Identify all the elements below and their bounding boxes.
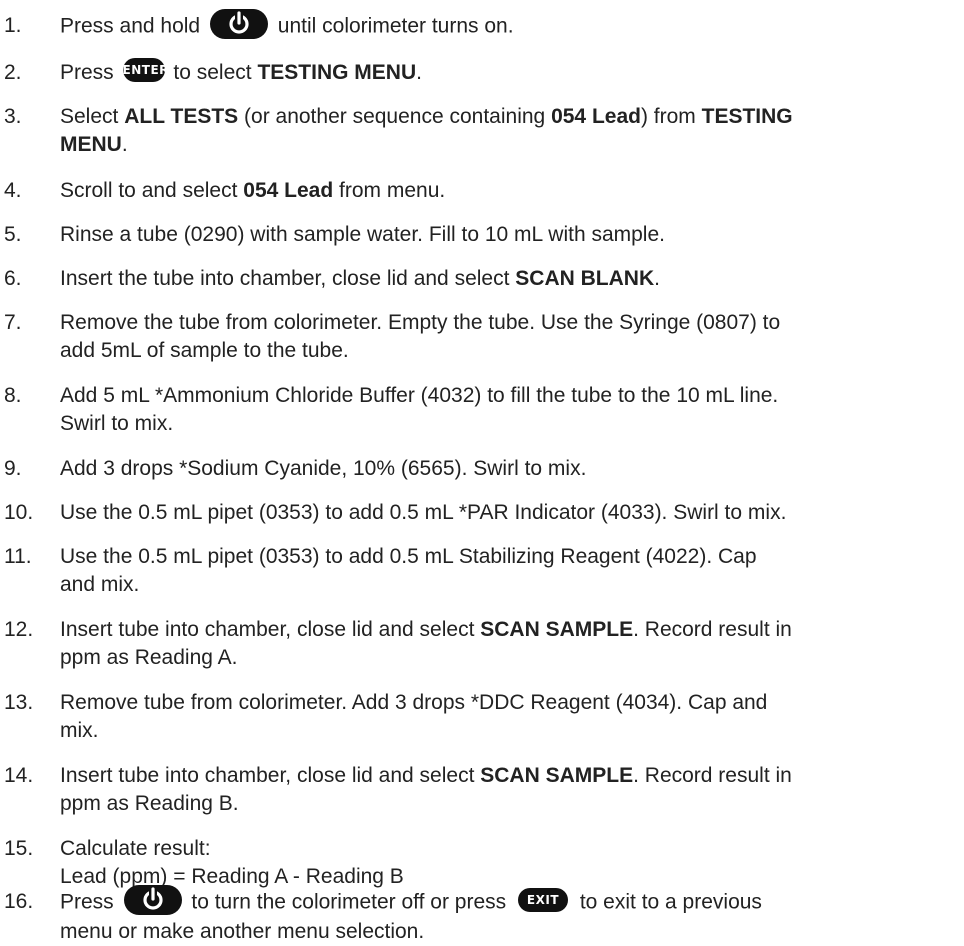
step-number: 10. xyxy=(4,501,34,524)
step-number: 2. xyxy=(4,61,22,84)
step-text: Rinse a tube (0290) with sample water. F… xyxy=(60,223,665,246)
enter-button-icon: ENTER xyxy=(122,58,168,83)
power-icon xyxy=(209,9,268,39)
step-text: Press and hold until colorimeter turns o… xyxy=(60,9,960,42)
exit-button-icon: EXIT xyxy=(517,888,568,912)
step-number: 1. xyxy=(4,14,22,37)
step-number: 15. xyxy=(4,837,34,860)
step-number: 7. xyxy=(4,311,22,334)
step-text: Add 5 mL *Ammonium Chloride Buffer (4032… xyxy=(60,384,779,435)
step-text: Press to turn the colorimeter off or pre… xyxy=(60,885,960,946)
step-text: Select ALL TESTS (or another sequence co… xyxy=(60,105,793,156)
step-text: Insert tube into chamber, close lid and … xyxy=(60,618,792,669)
step-text: Remove the tube from colorimeter. Empty … xyxy=(60,311,781,362)
step-text: Use the 0.5 mL pipet (0353) to add 0.5 m… xyxy=(60,545,757,596)
step-text: Insert the tube into chamber, close lid … xyxy=(60,267,660,290)
step-number: 6. xyxy=(4,267,22,290)
step-text: Insert tube into chamber, close lid and … xyxy=(60,764,792,815)
step-number: 3. xyxy=(4,105,22,128)
step-text: Use the 0.5 mL pipet (0353) to add 0.5 m… xyxy=(60,501,787,524)
step-number: 13. xyxy=(4,691,34,714)
step-text: Press ENTER to select TESTING MENU. xyxy=(60,58,960,87)
step-number: 16. xyxy=(4,890,34,913)
step-number: 9. xyxy=(4,457,22,480)
step-number: 14. xyxy=(4,764,34,787)
step-number: 4. xyxy=(4,179,22,202)
step-text: Remove tube from colorimeter. Add 3 drop… xyxy=(60,691,768,742)
step-number: 11. xyxy=(4,545,32,568)
step-number: 5. xyxy=(4,223,22,246)
step-text: Scroll to and select 054 Lead from menu. xyxy=(60,179,446,202)
step-text: Add 3 drops *Sodium Cyanide, 10% (6565).… xyxy=(60,457,587,480)
step-number: 8. xyxy=(4,384,22,407)
step-number: 12. xyxy=(4,618,34,641)
power-icon xyxy=(123,885,182,915)
step-text: Calculate result: Lead (ppm) = Reading A… xyxy=(60,837,404,888)
